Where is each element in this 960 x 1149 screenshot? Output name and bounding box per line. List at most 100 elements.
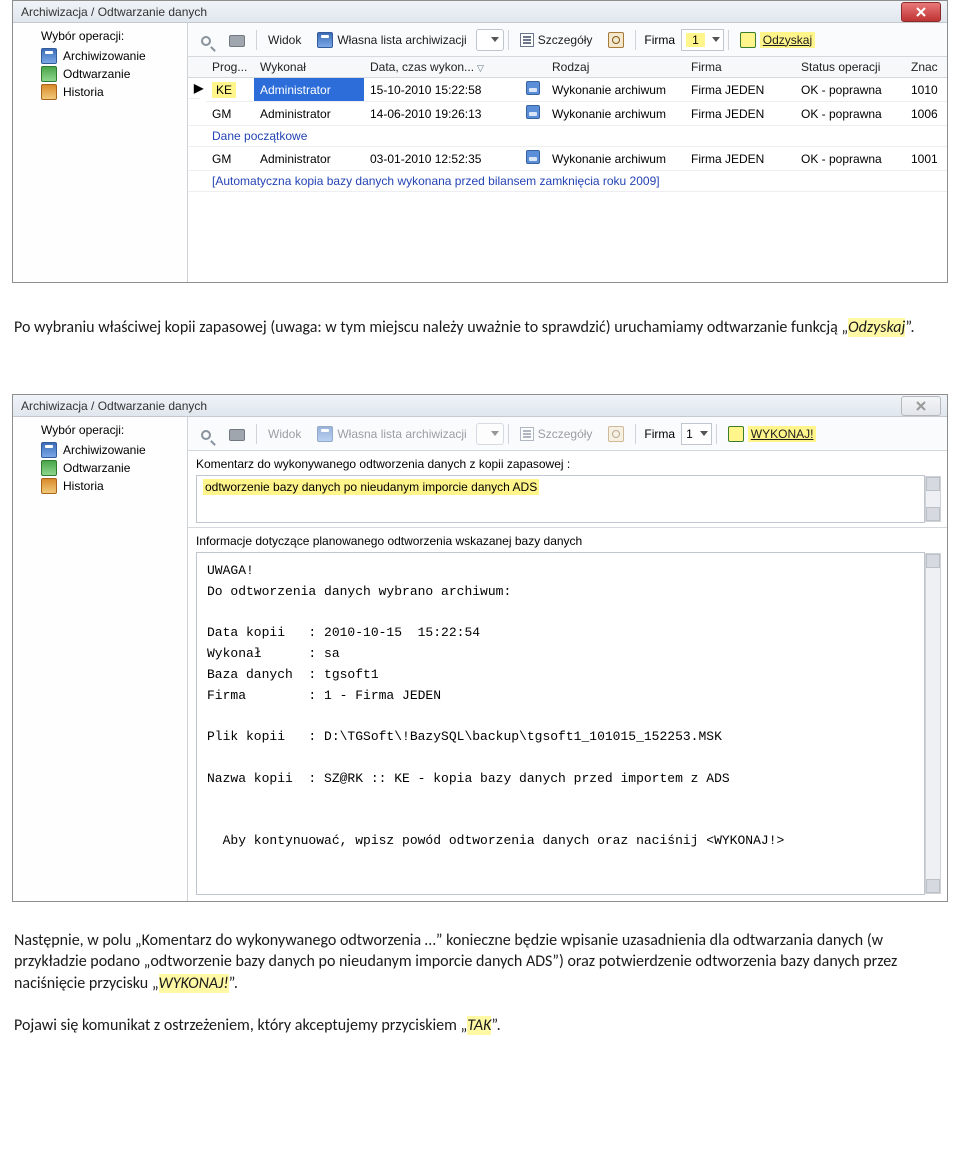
cell-data: 14-06-2010 19:26:13: [364, 102, 520, 126]
window-title: Archiwizacja / Odtwarzanie danych: [21, 5, 207, 19]
scroll-down-icon: [926, 507, 940, 521]
widok-label: Widok: [268, 427, 301, 441]
execute-icon: [728, 426, 744, 442]
tree-item-history[interactable]: Historia: [41, 83, 183, 101]
disk-icon: [526, 150, 540, 164]
table-row[interactable]: ▶ KE Administrator 15-10-2010 15:22:58 W…: [188, 78, 947, 102]
scroll-up-icon: [926, 477, 940, 491]
print-icon: [229, 429, 245, 441]
cell-prog: KE: [212, 82, 236, 98]
close-button[interactable]: [901, 396, 941, 416]
body-layout: Wybór operacji: Archiwizowanie Odtwarzan…: [13, 417, 947, 901]
col-status[interactable]: Status operacji: [795, 57, 905, 78]
wykonaj-button[interactable]: WYKONAJ!: [721, 422, 828, 446]
col-znac[interactable]: Znac: [905, 57, 947, 78]
odzyskaj-button[interactable]: Odzyskaj: [733, 28, 826, 52]
content-area: Widok Własna lista archiwizacji Szczegół…: [188, 417, 947, 901]
sidebar: Wybór operacji: Archiwizowanie Odtwarzan…: [13, 417, 188, 901]
tree-item-restore[interactable]: Odtwarzanie: [41, 459, 183, 477]
body-paragraph: Po wybraniu właściwej kopii zapasowej (u…: [14, 317, 946, 339]
cell-wykonal: Administrator: [254, 78, 364, 102]
window-archiver: Archiwizacja / Odtwarzanie danych Wybór …: [12, 0, 948, 283]
text: Następnie, w polu „Komentarz do wykonywa…: [14, 931, 897, 993]
tree-label: Historia: [63, 85, 104, 99]
cell-firma: Firma JEDEN: [685, 102, 795, 126]
cell-znac: 1010: [905, 78, 947, 102]
details-label: Szczegóły: [538, 33, 593, 47]
sidebar: Wybór operacji: Archiwizowanie Odtwarzan…: [13, 23, 188, 282]
window-archiver-restore: Archiwizacja / Odtwarzanie danych Wybór …: [12, 394, 948, 902]
scroll-up-icon: [926, 554, 940, 568]
search-button[interactable]: [194, 28, 220, 52]
col-firma[interactable]: Firma: [685, 57, 795, 78]
own-list-label: Własna lista archiwizacji: [337, 427, 466, 441]
col-wykonal[interactable]: Wykonał: [254, 57, 364, 78]
scrollbar[interactable]: [925, 476, 941, 522]
details-button[interactable]: Szczegóły: [513, 28, 600, 52]
close-icon: [915, 6, 927, 18]
separator: [635, 30, 636, 50]
widok-button[interactable]: Widok: [261, 28, 308, 52]
zoom-button[interactable]: [601, 422, 631, 446]
cell-data: 03-01-2010 12:52:35: [364, 147, 520, 171]
col-rodzaj[interactable]: Rodzaj: [546, 57, 685, 78]
zoom-button[interactable]: [601, 28, 631, 52]
tree-item-restore[interactable]: Odtwarzanie: [41, 65, 183, 83]
firma-value: 1: [686, 427, 693, 441]
col-prog[interactable]: Prog...: [206, 57, 254, 78]
history-icon: [41, 478, 57, 494]
cell-rodzaj: Wykonanie archiwum: [546, 78, 685, 102]
own-list-button[interactable]: Własna lista archiwizacji: [310, 28, 473, 52]
search-icon: [201, 430, 211, 440]
comment-text: odtworzenie bazy danych po nieudanym imp…: [203, 479, 539, 495]
separator: [508, 424, 509, 444]
body-paragraph: Następnie, w polu „Komentarz do wykonywa…: [14, 930, 946, 995]
search-button[interactable]: [194, 422, 220, 446]
row-marker: ▶: [188, 78, 200, 99]
widok-button[interactable]: Widok: [261, 422, 308, 446]
info-panel: UWAGA! Do odtworzenia danych wybrano arc…: [196, 552, 925, 895]
toolbar: Widok Własna lista archiwizacji Szczegół…: [188, 23, 947, 57]
details-button[interactable]: Szczegóły: [513, 422, 600, 446]
details-label: Szczegóły: [538, 427, 593, 441]
tree-item-archive[interactable]: Archiwizowanie: [41, 441, 183, 459]
print-icon: [229, 35, 245, 47]
restore-icon: [41, 66, 57, 82]
tree-label: Odtwarzanie: [63, 461, 130, 475]
tree-item-history[interactable]: Historia: [41, 477, 183, 495]
table-row[interactable]: GM Administrator 03-01-2010 12:52:35 Wyk…: [188, 147, 947, 171]
own-list-button[interactable]: Własna lista archiwizacji: [310, 422, 473, 446]
odzyskaj-label: Odzyskaj: [760, 32, 815, 48]
sidebar-title: Wybór operacji:: [41, 29, 183, 43]
toolbar: Widok Własna lista archiwizacji Szczegół…: [188, 417, 947, 451]
cell-status: OK - poprawna: [795, 78, 905, 102]
print-button[interactable]: [222, 422, 252, 446]
info-label: Informacje dotyczące planowanego odtworz…: [188, 527, 947, 552]
tree-item-archive[interactable]: Archiwizowanie: [41, 47, 183, 65]
view-dropdown[interactable]: [476, 423, 504, 445]
wykonaj-label: WYKONAJ!: [748, 426, 817, 442]
firma-dropdown[interactable]: 1: [681, 29, 724, 51]
table-row[interactable]: GM Administrator 14-06-2010 19:26:13 Wyk…: [188, 102, 947, 126]
print-button[interactable]: [222, 28, 252, 52]
grid-header: Prog... Wykonał Data, czas wykon...▽ Rod…: [188, 57, 947, 78]
separator: [635, 424, 636, 444]
text: Po wybraniu właściwej kopii zapasowej (u…: [14, 318, 848, 337]
note-text: Dane początkowe: [206, 126, 947, 147]
col-data[interactable]: Data, czas wykon...▽: [364, 57, 520, 78]
view-dropdown[interactable]: [476, 29, 504, 51]
chevron-down-icon: [491, 37, 499, 42]
firma-dropdown[interactable]: 1: [681, 423, 712, 445]
cell-data: 15-10-2010 15:22:58: [364, 78, 520, 102]
separator: [716, 424, 717, 444]
scrollbar[interactable]: [925, 553, 941, 894]
comment-textarea[interactable]: odtworzenie bazy danych po nieudanym imp…: [196, 475, 925, 523]
scroll-down-icon: [926, 879, 940, 893]
sidebar-title: Wybór operacji:: [41, 423, 183, 437]
close-button[interactable]: [901, 2, 941, 22]
highlight-wykonaj: WYKONAJ!: [159, 974, 229, 993]
restore-icon: [740, 32, 756, 48]
tree-label: Archiwizowanie: [63, 443, 146, 457]
text: Pojawi się komunikat z ostrzeżeniem, któ…: [14, 1016, 467, 1035]
search-icon: [201, 36, 211, 46]
